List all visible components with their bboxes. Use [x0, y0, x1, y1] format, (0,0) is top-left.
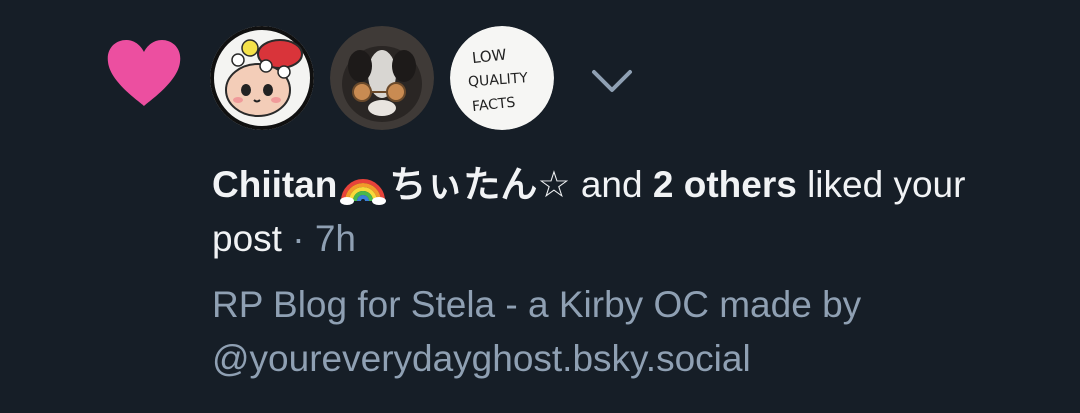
- time-separator: ·: [292, 218, 305, 259]
- avatar-chiitan[interactable]: [210, 26, 314, 130]
- joiner-text: and: [580, 164, 643, 205]
- avatar-text-line1: LOW: [471, 46, 507, 68]
- chevron-down-icon[interactable]: [588, 64, 636, 96]
- actor-name[interactable]: Chiitan: [212, 164, 337, 205]
- post-preview-line1: RP Blog for Stela - a Kirby OC made by: [212, 284, 862, 325]
- post-preview-line2: @youreverydayghost.bsky.social: [212, 338, 751, 379]
- notification-summary: Chiitan ちぃたん☆ and 2 others liked your po…: [212, 158, 1032, 266]
- timestamp: 7h: [314, 218, 356, 259]
- heart-icon: [107, 40, 181, 106]
- post-preview[interactable]: RP Blog for Stela - a Kirby OC made by @…: [212, 278, 1032, 386]
- others-count[interactable]: 2 others: [653, 164, 797, 205]
- rainbow-emoji-icon: [340, 179, 387, 205]
- avatar-cat[interactable]: [330, 26, 434, 130]
- actor-name-suffix[interactable]: ちぃたん☆: [389, 164, 570, 205]
- avatar-low-quality-facts[interactable]: LOW QUALITY FACTS: [450, 26, 554, 130]
- like-notification[interactable]: LOW QUALITY FACTS Chiitan ちぃたん☆ and 2 ot…: [0, 0, 1080, 413]
